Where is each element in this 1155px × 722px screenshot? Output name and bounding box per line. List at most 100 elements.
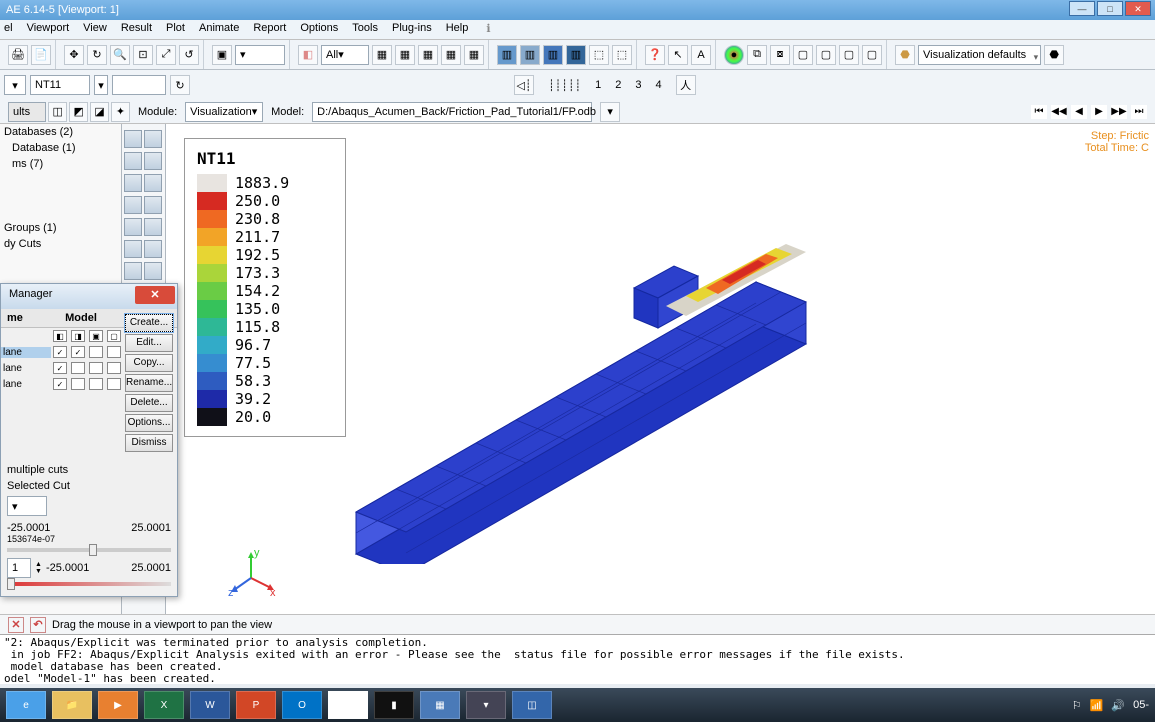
- abaqus-taskbar-icon[interactable]: ▦: [420, 691, 460, 719]
- vizdef-apply-button[interactable]: ⬣: [1044, 45, 1064, 65]
- animate-harmonic-button[interactable]: [124, 240, 142, 258]
- app3-taskbar-icon[interactable]: ◫: [512, 691, 552, 719]
- linked-vp-button[interactable]: ⧉: [747, 45, 767, 65]
- render-shaded-button[interactable]: ▥: [543, 45, 563, 65]
- xy-curve-button[interactable]: [144, 262, 162, 280]
- view-front-button[interactable]: ▣: [212, 45, 232, 65]
- explorer-taskbar-icon[interactable]: 📁: [52, 691, 92, 719]
- outlook-taskbar-icon[interactable]: O: [282, 691, 322, 719]
- plot-deformed-button[interactable]: [144, 130, 162, 148]
- plot-material-button[interactable]: [124, 174, 142, 192]
- field-output-select[interactable]: NT11: [30, 75, 90, 95]
- zoom-button[interactable]: 🔍: [110, 45, 130, 65]
- dg-either-button[interactable]: ▦: [464, 45, 484, 65]
- cut-checkbox[interactable]: [89, 362, 103, 374]
- dialog-titlebar[interactable]: Manager ✕: [1, 284, 177, 309]
- vizdef-icon[interactable]: ⬣: [895, 45, 915, 65]
- ie-taskbar-icon[interactable]: e: [6, 691, 46, 719]
- cut-checkbox[interactable]: ✓: [53, 362, 67, 374]
- rotate-button[interactable]: ↻: [87, 45, 107, 65]
- col-toggle1-icon[interactable]: ◧: [53, 330, 67, 342]
- frame-3[interactable]: 3: [635, 79, 641, 91]
- refresh-button[interactable]: ↻: [170, 75, 190, 95]
- menu-view[interactable]: View: [83, 22, 107, 37]
- menu-report[interactable]: Report: [253, 22, 286, 37]
- col-toggle3-icon[interactable]: ▣: [89, 330, 103, 342]
- model-path-select[interactable]: D:/Abaqus_Acumen_Back/Friction_Pad_Tutor…: [312, 102, 592, 122]
- ruler-left-icon[interactable]: ◁┊: [514, 75, 534, 95]
- cut-checkbox[interactable]: [107, 346, 121, 358]
- vp2-button[interactable]: ▢: [816, 45, 836, 65]
- plot-contour-button[interactable]: [124, 152, 142, 170]
- cut-checkbox[interactable]: [89, 378, 103, 390]
- perspective-button[interactable]: ⬚: [589, 45, 609, 65]
- fit-button[interactable]: ⤢: [156, 45, 176, 65]
- field-type-select[interactable]: ▾: [4, 75, 26, 95]
- options-button[interactable]: Options...: [125, 414, 173, 432]
- dg-intersect-button[interactable]: ▦: [441, 45, 461, 65]
- print-button[interactable]: 🖨: [8, 45, 28, 65]
- tray-time[interactable]: 05-: [1133, 699, 1149, 711]
- cut-name[interactable]: lane: [1, 347, 51, 358]
- vp4-button[interactable]: ▢: [862, 45, 882, 65]
- viewport[interactable]: Step: Frictic Total Time: C NT11 1883.92…: [166, 124, 1155, 614]
- cut-checkbox[interactable]: ✓: [71, 346, 85, 358]
- xy-data-button[interactable]: [144, 240, 162, 258]
- frame-2[interactable]: 2: [615, 79, 621, 91]
- step-slider[interactable]: [7, 582, 171, 586]
- menu-model[interactable]: el: [4, 22, 13, 37]
- render-hidden-button[interactable]: ▥: [520, 45, 540, 65]
- cut-name[interactable]: lane: [1, 363, 51, 374]
- ruler-right-icon[interactable]: 人: [676, 75, 696, 95]
- dg-add-button[interactable]: ▦: [395, 45, 415, 65]
- menu-options[interactable]: Options: [300, 22, 338, 37]
- app2-taskbar-icon[interactable]: ▾: [466, 691, 506, 719]
- dg-replace-button[interactable]: ▦: [372, 45, 392, 65]
- tray-flag-icon[interactable]: ⚐: [1072, 699, 1082, 712]
- tree-databases[interactable]: Databases (2): [0, 124, 121, 140]
- render-fill-button[interactable]: ▥: [566, 45, 586, 65]
- superimpose-button[interactable]: [144, 196, 162, 214]
- cut-name[interactable]: lane: [1, 379, 51, 390]
- help-icon[interactable]: ℹ: [486, 22, 490, 37]
- displaygroup-select[interactable]: All ▾: [321, 45, 369, 65]
- ppt-taskbar-icon[interactable]: P: [236, 691, 276, 719]
- xy-plot-button[interactable]: [124, 262, 142, 280]
- step-back-button[interactable]: ◀: [1071, 105, 1087, 119]
- step-input[interactable]: 1: [7, 558, 31, 578]
- cancel-icon[interactable]: ✕: [8, 617, 24, 633]
- create-button[interactable]: Create...: [125, 314, 173, 332]
- frame-4[interactable]: 4: [656, 79, 662, 91]
- edit-button[interactable]: Edit...: [125, 334, 173, 352]
- menu-plugins[interactable]: Plug-ins: [392, 22, 432, 37]
- tree-btn2[interactable]: ◩: [69, 102, 88, 122]
- tree-groups[interactable]: Groups (1): [0, 220, 121, 236]
- message-area[interactable]: "2: Abaqus/Explicit was terminated prior…: [0, 634, 1155, 684]
- menu-plot[interactable]: Plot: [166, 22, 185, 37]
- maximize-button[interactable]: □: [1097, 1, 1123, 16]
- prev-frame-button[interactable]: ◀◀: [1051, 105, 1067, 119]
- select-button[interactable]: ↖: [668, 45, 688, 65]
- menu-viewport[interactable]: Viewport: [27, 22, 70, 37]
- view-dropdown[interactable]: ▾: [235, 45, 285, 65]
- vp3-button[interactable]: ▢: [839, 45, 859, 65]
- tree-btn1[interactable]: ◫: [48, 102, 67, 122]
- field-dropdown-button[interactable]: ▾: [94, 75, 108, 95]
- first-frame-button[interactable]: ⏮: [1031, 105, 1047, 119]
- copy-button[interactable]: Copy...: [125, 354, 173, 372]
- next-frame-button[interactable]: ▶▶: [1111, 105, 1127, 119]
- menu-animate[interactable]: Animate: [199, 22, 239, 37]
- cut-checkbox[interactable]: [107, 362, 121, 374]
- tray-volume-icon[interactable]: 🔊: [1111, 699, 1125, 712]
- annotate-button[interactable]: A: [691, 45, 711, 65]
- menu-tools[interactable]: Tools: [352, 22, 378, 37]
- plot-undeformed-button[interactable]: [124, 130, 142, 148]
- animate-time-button[interactable]: [144, 218, 162, 236]
- cmd-taskbar-icon[interactable]: ▮: [374, 691, 414, 719]
- col-toggle4-icon[interactable]: ▢: [107, 330, 121, 342]
- back-icon[interactable]: ↶: [30, 617, 46, 633]
- chrome-taskbar-icon[interactable]: ◉: [328, 691, 368, 719]
- dg-remove-button[interactable]: ▦: [418, 45, 438, 65]
- parallel-button[interactable]: ⬚: [612, 45, 632, 65]
- cut-checkbox[interactable]: [71, 378, 85, 390]
